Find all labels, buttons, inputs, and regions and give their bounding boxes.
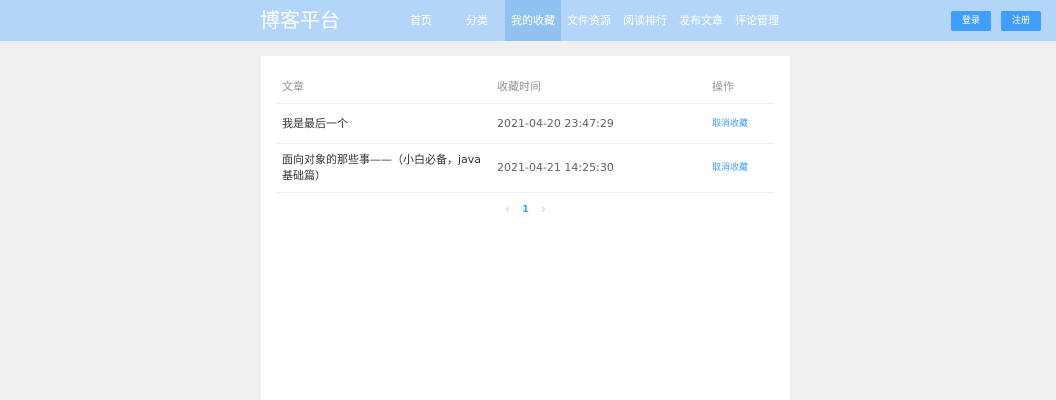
top-navbar: 博客平台 首页 分类 我的收藏 文件资源 阅读排行 发布文章 评论管理 登录 注…: [0, 0, 1056, 41]
nav-item-comment-manage[interactable]: 评论管理: [729, 0, 785, 41]
unfavorite-button[interactable]: 取消收藏: [712, 116, 748, 132]
login-button[interactable]: 登录: [951, 11, 991, 31]
table-row: 面向对象的那些事——（小白必备，java基础篇） 2021-04-21 14:2…: [276, 144, 774, 193]
main-nav: 首页 分类 我的收藏 文件资源 阅读排行 发布文章 评论管理: [393, 0, 785, 41]
article-title-link[interactable]: 面向对象的那些事——（小白必备，java基础篇）: [282, 152, 486, 184]
favorites-panel: 文章 收藏时间 操作 我是最后一个 2021-04-20 23:47:29 取消…: [261, 56, 790, 400]
table-header-row: 文章 收藏时间 操作: [276, 71, 774, 104]
nav-item-home[interactable]: 首页: [393, 0, 449, 41]
column-header-action: 操作: [712, 80, 734, 93]
page-number[interactable]: 1: [522, 204, 529, 215]
brand-logo-text[interactable]: 博客平台: [260, 7, 340, 33]
chevron-left-icon[interactable]: ‹: [505, 202, 510, 216]
unfavorite-button[interactable]: 取消收藏: [712, 160, 748, 176]
nav-item-file-resources[interactable]: 文件资源: [561, 0, 617, 41]
nav-item-reading-rank[interactable]: 阅读排行: [617, 0, 673, 41]
table-row: 我是最后一个 2021-04-20 23:47:29 取消收藏: [276, 104, 774, 144]
article-title-link[interactable]: 我是最后一个: [282, 116, 486, 132]
chevron-right-icon[interactable]: ›: [541, 202, 546, 216]
register-button[interactable]: 注册: [1001, 11, 1041, 31]
nav-item-category[interactable]: 分类: [449, 0, 505, 41]
favorites-table: 文章 收藏时间 操作 我是最后一个 2021-04-20 23:47:29 取消…: [276, 71, 774, 193]
column-header-time: 收藏时间: [497, 80, 541, 93]
favorite-time: 2021-04-20 23:47:29: [497, 117, 614, 130]
favorite-time: 2021-04-21 14:25:30: [497, 161, 614, 174]
nav-item-my-favorites[interactable]: 我的收藏: [505, 0, 561, 41]
pagination: ‹ 1 ›: [261, 202, 790, 216]
nav-item-publish-article[interactable]: 发布文章: [673, 0, 729, 41]
column-header-article: 文章: [282, 80, 304, 93]
